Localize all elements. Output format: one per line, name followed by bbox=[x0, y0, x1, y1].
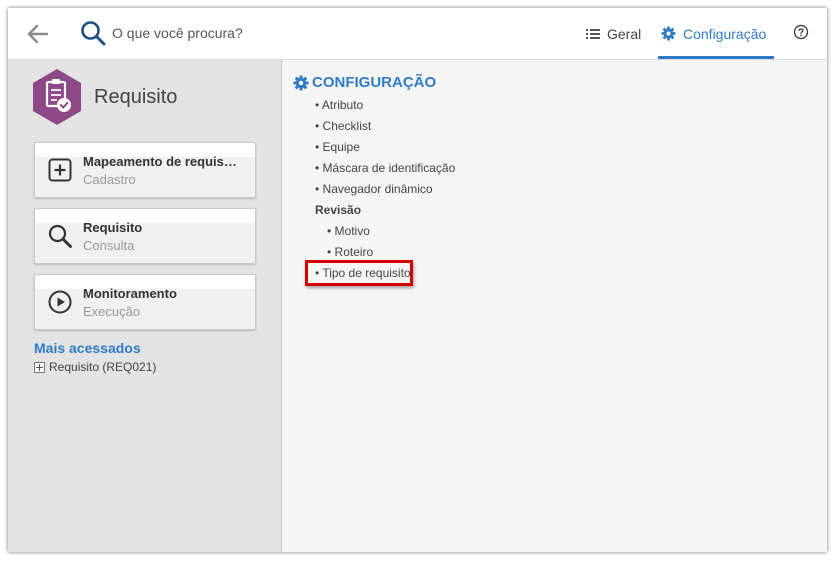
card-title: Requisito bbox=[83, 220, 143, 235]
highlight-box bbox=[305, 260, 413, 286]
top-bar: Geral Configuração bbox=[8, 8, 827, 60]
menu-item-navegador[interactable]: • Navegador dinâmico bbox=[315, 182, 433, 196]
most-accessed-item-label: Requisito (REQ021) bbox=[49, 360, 157, 374]
card-title: Mapeamento de requis… bbox=[83, 154, 237, 169]
tab-geral[interactable]: Geral bbox=[586, 8, 641, 59]
left-panel: Requisito Mapeamento de requis… Cadastro… bbox=[8, 60, 282, 552]
tab-configuracao[interactable]: Configuração bbox=[658, 8, 775, 59]
card-requisito-consulta[interactable]: Requisito Consulta bbox=[34, 208, 256, 264]
search-icon[interactable] bbox=[80, 20, 106, 46]
menu-item-checklist[interactable]: • Checklist bbox=[315, 119, 371, 133]
most-accessed-title: Mais acessados bbox=[34, 340, 141, 356]
list-icon bbox=[586, 28, 600, 39]
revisao-group-title: Revisão bbox=[315, 203, 362, 217]
card-monitoramento[interactable]: Monitoramento Execução bbox=[34, 274, 256, 330]
app-window: Geral Configuração bbox=[8, 8, 827, 552]
card-subtitle: Cadastro bbox=[83, 172, 136, 187]
requisito-app-icon bbox=[33, 69, 81, 125]
card-subtitle: Execução bbox=[83, 304, 141, 319]
search-input[interactable] bbox=[112, 22, 412, 44]
play-circle-icon bbox=[48, 290, 72, 314]
gear-icon bbox=[661, 26, 676, 41]
most-accessed-item[interactable]: Requisito (REQ021) bbox=[34, 360, 156, 374]
gear-icon bbox=[293, 75, 309, 90]
card-subtitle: Consulta bbox=[83, 238, 135, 253]
app-title: Requisito bbox=[94, 86, 178, 108]
back-arrow-icon[interactable] bbox=[25, 21, 51, 47]
menu-item-roteiro[interactable]: • Roteiro bbox=[327, 245, 373, 259]
help-icon[interactable] bbox=[793, 24, 809, 40]
menu-item-motivo[interactable]: • Motivo bbox=[327, 224, 370, 238]
magnifier-icon bbox=[48, 224, 72, 248]
config-section-header: CONFIGURAÇÃO bbox=[293, 74, 436, 91]
menu-item-atributo[interactable]: • Atributo bbox=[315, 98, 363, 112]
plus-square-icon bbox=[48, 158, 72, 182]
expand-icon[interactable] bbox=[34, 361, 45, 373]
config-title: CONFIGURAÇÃO bbox=[312, 74, 437, 91]
menu-item-equipe[interactable]: • Equipe bbox=[315, 140, 360, 154]
card-mapeamento[interactable]: Mapeamento de requis… Cadastro bbox=[34, 142, 256, 198]
tab-geral-label: Geral bbox=[607, 25, 642, 42]
card-title: Monitoramento bbox=[83, 286, 177, 301]
tab-configuracao-label: Configuração bbox=[683, 25, 767, 42]
menu-item-mascara[interactable]: • Máscara de identificação bbox=[315, 161, 455, 175]
config-panel: CONFIGURAÇÃO • Atributo • Checklist • Eq… bbox=[282, 60, 827, 552]
